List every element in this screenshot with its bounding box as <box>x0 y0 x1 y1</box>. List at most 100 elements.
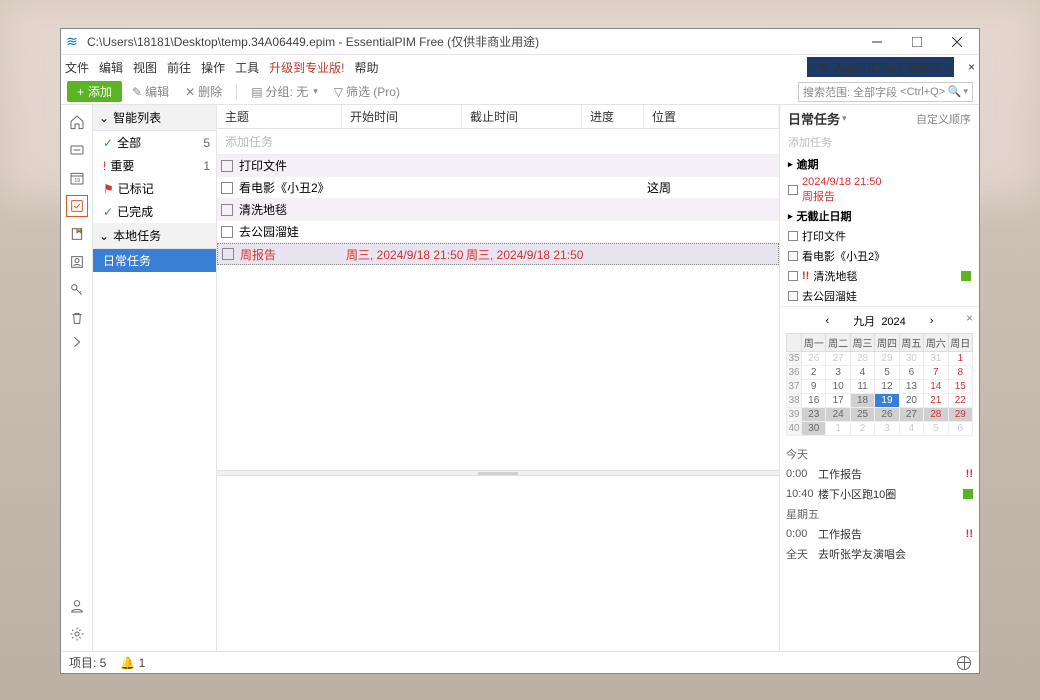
table-row[interactable]: 看电影《小丑2》这周 <box>217 177 779 199</box>
checkbox[interactable] <box>221 204 233 216</box>
agenda-row[interactable]: 0:00工作报告!! <box>786 464 973 484</box>
user-icon[interactable] <box>66 595 88 617</box>
menu-edit[interactable]: 编辑 <box>99 59 123 76</box>
agenda-row[interactable]: 10:40楼下小区跑10圈 <box>786 484 973 504</box>
table-row[interactable]: 周报告周三, 2024/9/18 21:50周三, 2024/9/18 21:5… <box>217 243 779 265</box>
menubar: 文件 编辑 视图 前往 操作 工具 升级到专业版! 帮助 ≋ Apple iCl… <box>61 55 979 79</box>
checkbox[interactable] <box>788 231 798 241</box>
list-item[interactable]: !!清洗地毯 <box>780 266 979 286</box>
center-panel: 主题 开始时间 截止时间 进度 位置 添加任务 打印文件看电影《小丑2》这周清洗… <box>217 105 779 651</box>
tree-item-flagged[interactable]: ⚑已标记 <box>93 177 216 200</box>
chevron-down-icon[interactable]: ▾ <box>842 113 847 124</box>
tree-section-smart[interactable]: ⌄智能列表 <box>93 105 216 131</box>
group-button[interactable]: ▤分组: 无▾ <box>245 81 324 102</box>
checkbox[interactable] <box>788 291 798 301</box>
minimize-button[interactable] <box>857 29 897 55</box>
next-month[interactable]: › <box>930 315 934 327</box>
table-row[interactable]: 打印文件 <box>217 155 779 177</box>
col-due[interactable]: 截止时间 <box>462 105 582 128</box>
menu-upgrade[interactable]: 升级到专业版! <box>269 59 344 76</box>
important-icon: !! <box>802 270 809 282</box>
tree-item-important[interactable]: !重要1 <box>93 154 216 177</box>
menu-view[interactable]: 视图 <box>133 59 157 76</box>
module-rail: 19 <box>61 105 93 651</box>
agenda-friday: 星期五 <box>786 504 973 524</box>
calendar-icon[interactable]: 19 <box>66 167 88 189</box>
agenda-row[interactable]: 0:00工作报告!! <box>786 524 973 544</box>
checkbox[interactable] <box>221 226 233 238</box>
trash-icon[interactable] <box>66 307 88 329</box>
gear-icon[interactable] <box>66 623 88 645</box>
right-panel: 日常任务▾ 自定义顺序 添加任务 ▸逾期 2024/9/18 21:50周报告 … <box>779 105 979 651</box>
menu-file[interactable]: 文件 <box>65 59 89 76</box>
search-input[interactable]: 搜索范围: 全部字段 <Ctrl+Q> 🔍 ▾ <box>798 82 973 102</box>
funnel-icon: ▽ <box>334 85 343 99</box>
checkbox[interactable] <box>788 185 798 195</box>
col-progress[interactable]: 进度 <box>582 105 644 128</box>
list-item[interactable]: 看电影《小丑2》 <box>780 246 979 266</box>
important-icon: !! <box>966 468 973 480</box>
delete-button[interactable]: ✕删除 <box>179 81 228 102</box>
col-subject[interactable]: 主题 <box>217 105 342 128</box>
cloud-banner-close[interactable]: × <box>968 60 975 74</box>
checkbox[interactable] <box>788 271 798 281</box>
tasks-icon[interactable] <box>66 195 88 217</box>
menu-tools[interactable]: 工具 <box>235 59 259 76</box>
edit-button[interactable]: ✎编辑 <box>126 81 175 102</box>
overdue-item[interactable]: 2024/9/18 21:50周报告 <box>780 174 979 206</box>
checkbox[interactable] <box>788 251 798 261</box>
plus-icon: + <box>77 85 84 99</box>
chevron-right-icon[interactable] <box>66 335 88 349</box>
bell-icon: 🔔 <box>120 656 135 670</box>
col-location[interactable]: 位置 <box>644 105 779 128</box>
splitter[interactable] <box>217 470 779 476</box>
notes-icon[interactable] <box>66 223 88 245</box>
add-task-row[interactable]: 添加任务 <box>217 129 779 155</box>
category-badge <box>961 271 971 281</box>
globe-icon[interactable] <box>957 656 971 670</box>
sort-order[interactable]: 自定义顺序 <box>916 111 971 127</box>
cloud-sync-label: Apple iCloud 同步 <box>835 59 930 76</box>
card-icon[interactable] <box>66 139 88 161</box>
close-button[interactable] <box>937 29 977 55</box>
menu-actions[interactable]: 操作 <box>201 59 225 76</box>
chevron-down-icon: ⌄ <box>99 111 109 125</box>
prev-month[interactable]: ‹ <box>826 315 830 327</box>
agenda-row[interactable]: 全天去听张学友演唱会 <box>786 544 973 564</box>
list-item[interactable]: 去公园溜娃 <box>780 286 979 306</box>
add-button[interactable]: +添加 <box>67 81 122 102</box>
checkbox[interactable] <box>222 248 234 260</box>
menu-go[interactable]: 前往 <box>167 59 191 76</box>
main: 19 ⌄智能列表 ✓全部5 !重要1 ⚑已标记 ✓已完成 ⌄本地任务 日常任务 … <box>61 105 979 651</box>
cloud-sync-banner[interactable]: ≋ Apple iCloud 同步 〉 <box>807 57 954 77</box>
check-icon: ✓ <box>103 136 113 150</box>
chevron-down-icon: ⌄ <box>99 229 109 243</box>
tree-section-local[interactable]: ⌄本地任务 <box>93 223 216 249</box>
task-rows: 打印文件看电影《小丑2》这周清洗地毯去公园溜娃周报告周三, 2024/9/18 … <box>217 155 779 265</box>
sec-nodue[interactable]: ▸无截止日期 <box>780 206 979 226</box>
menu-help[interactable]: 帮助 <box>354 59 378 76</box>
maximize-button[interactable] <box>897 29 937 55</box>
contacts-icon[interactable] <box>66 251 88 273</box>
tree-item-done[interactable]: ✓已完成 <box>93 200 216 223</box>
passwords-icon[interactable] <box>66 279 88 301</box>
home-icon[interactable] <box>66 111 88 133</box>
separator <box>236 84 237 100</box>
tree-item-daily[interactable]: 日常任务 <box>93 249 216 272</box>
chevron-down-icon: ▾ <box>313 86 318 97</box>
list-item[interactable]: 打印文件 <box>780 226 979 246</box>
table-row[interactable]: 去公园溜娃 <box>217 221 779 243</box>
right-add-task[interactable]: 添加任务 <box>780 132 979 154</box>
tree-item-all[interactable]: ✓全部5 <box>93 131 216 154</box>
calendar-close[interactable]: × <box>966 311 973 325</box>
filter-button[interactable]: ▽筛选 (Pro) <box>328 81 406 102</box>
calendar-grid[interactable]: 周一周二周三周四周五周六周日35262728293031136234567837… <box>786 333 973 436</box>
status-bell[interactable]: 🔔 1 <box>120 656 145 670</box>
chevron-down-icon[interactable]: ▾ <box>963 86 968 97</box>
sec-overdue[interactable]: ▸逾期 <box>780 154 979 174</box>
col-start[interactable]: 开始时间 <box>342 105 462 128</box>
mini-calendar: × ‹九月 2024› 周一周二周三周四周五周六周日35262728293031… <box>780 306 979 440</box>
checkbox[interactable] <box>221 182 233 194</box>
table-row[interactable]: 清洗地毯 <box>217 199 779 221</box>
checkbox[interactable] <box>221 160 233 172</box>
